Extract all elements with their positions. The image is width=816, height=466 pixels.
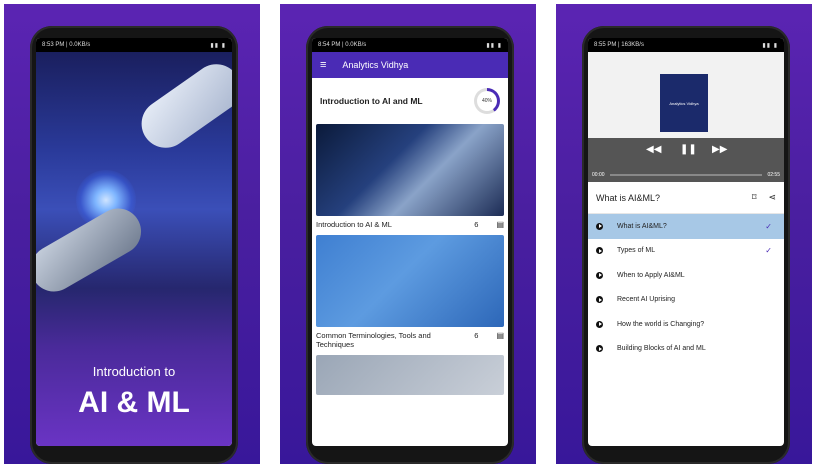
screenshot-panel-course: 8:54 PM | 0.0KB/s ▮▮ ▮ ≡ Analytics Vidhy… — [280, 4, 536, 464]
document-icon: ▤ — [496, 331, 504, 340]
lesson-label: When to Apply AI&ML — [617, 271, 685, 279]
player-controls: ◀◀ ❚❚ ▶▶ 00:00 02:55 — [588, 138, 784, 182]
lesson-item[interactable]: What is AI&ML? ✓ — [588, 214, 784, 239]
play-icon — [596, 320, 603, 328]
card-title: Introduction to AI & ML — [316, 220, 392, 229]
status-time: 8:53 PM | 0.0KB/s — [42, 42, 91, 48]
share-icon[interactable]: ⋖ — [768, 192, 776, 203]
lesson-label: Types of ML — [617, 247, 656, 255]
phone-frame: 8:53 PM | 0.0KB/s ▮▮ ▮ Introduction to A… — [30, 26, 238, 464]
play-icon — [596, 247, 603, 255]
lesson-item[interactable]: Recent AI Uprising — [588, 288, 784, 313]
lesson-item[interactable]: Building Blocks of AI and ML — [588, 337, 784, 362]
status-time: 8:54 PM | 0.0KB/s — [318, 42, 367, 48]
status-bar: 8:54 PM | 0.0KB/s ▮▮ ▮ — [312, 38, 508, 52]
status-icons: ▮▮ ▮ — [486, 42, 502, 49]
card-image-partial[interactable] — [316, 355, 504, 395]
phone-screen: 8:54 PM | 0.0KB/s ▮▮ ▮ ≡ Analytics Vidhy… — [312, 38, 508, 446]
video-player[interactable]: Analytics Vidhya ◀◀ ❚❚ ▶▶ 00:00 02:55 — [588, 52, 784, 182]
progress-label: 40% — [477, 91, 497, 111]
card-count: 6 — [474, 331, 479, 340]
bookmark-icon[interactable]: ⌑ — [752, 192, 757, 203]
status-bar: 8:53 PM | 0.0KB/s ▮▮ ▮ — [36, 38, 232, 52]
lesson-label: Recent AI Uprising — [617, 296, 675, 304]
card-title: Common Terminologies, Tools and Techniqu… — [316, 331, 431, 349]
human-hand-image — [132, 54, 232, 158]
status-icons: ▮▮ ▮ — [210, 42, 226, 49]
splash-title: AI & ML — [78, 386, 190, 419]
progress-ring: 40% — [474, 88, 500, 114]
hamburger-menu-icon[interactable]: ≡ — [320, 59, 326, 71]
splash-image: Introduction to AI & ML — [36, 52, 232, 446]
play-icon — [596, 271, 603, 279]
course-title: Introduction to AI and ML — [320, 96, 423, 106]
card-row[interactable]: Introduction to AI & ML 6 ▤ — [312, 216, 508, 235]
card-image-circuit[interactable] — [316, 235, 504, 327]
topic-title: What is AI&ML? — [596, 192, 661, 203]
pause-icon[interactable]: ❚❚ — [680, 144, 697, 155]
status-bar: 8:55 PM | 163KB/s ▮▮ ▮ — [588, 38, 784, 52]
lesson-label: Building Blocks of AI and ML — [617, 345, 706, 353]
check-icon: ✓ — [765, 221, 772, 231]
elapsed-time: 00:00 — [592, 172, 605, 178]
lesson-item[interactable]: When to Apply AI&ML — [588, 263, 784, 288]
check-icon: ✓ — [765, 246, 772, 256]
fast-forward-icon[interactable]: ▶▶ — [712, 144, 727, 155]
lesson-item[interactable]: Types of ML ✓ — [588, 239, 784, 264]
splash-subtitle: Introduction to — [92, 364, 176, 379]
lesson-label: How the world is Changing? — [617, 320, 705, 328]
app-title: Analytics Vidhya — [342, 60, 409, 70]
status-time: 8:55 PM | 163KB/s — [594, 42, 644, 48]
phone-screen: 8:53 PM | 0.0KB/s ▮▮ ▮ Introduction to A… — [36, 38, 232, 446]
card-image-robot-keyboard[interactable] — [316, 124, 504, 216]
lesson-item[interactable]: How the world is Changing? — [588, 312, 784, 337]
screenshot-panel-player: 8:55 PM | 163KB/s ▮▮ ▮ Analytics Vidhya … — [556, 4, 812, 464]
topic-header: What is AI&ML? ⌑ ⋖ — [588, 182, 784, 214]
phone-frame: 8:55 PM | 163KB/s ▮▮ ▮ Analytics Vidhya … — [582, 26, 790, 464]
lesson-label: What is AI&ML? — [617, 222, 667, 230]
card-row[interactable]: Common Terminologies, Tools and Techniqu… — [312, 327, 508, 355]
video-thumbnail: Analytics Vidhya — [660, 74, 708, 132]
phone-frame: 8:54 PM | 0.0KB/s ▮▮ ▮ ≡ Analytics Vidhy… — [306, 26, 514, 464]
screenshot-panel-splash: 8:53 PM | 0.0KB/s ▮▮ ▮ Introduction to A… — [4, 4, 260, 464]
status-icons: ▮▮ ▮ — [762, 42, 778, 49]
total-time: 02:55 — [767, 172, 780, 178]
play-icon — [596, 345, 603, 353]
card-count: 6 — [474, 220, 479, 229]
rewind-icon[interactable]: ◀◀ — [646, 144, 661, 155]
play-icon — [596, 222, 603, 230]
app-bar: ≡ Analytics Vidhya — [312, 52, 508, 78]
document-icon: ▤ — [496, 220, 504, 229]
play-icon — [596, 296, 603, 304]
course-header: Introduction to AI and ML 40% — [312, 78, 508, 124]
phone-screen: 8:55 PM | 163KB/s ▮▮ ▮ Analytics Vidhya … — [588, 38, 784, 446]
